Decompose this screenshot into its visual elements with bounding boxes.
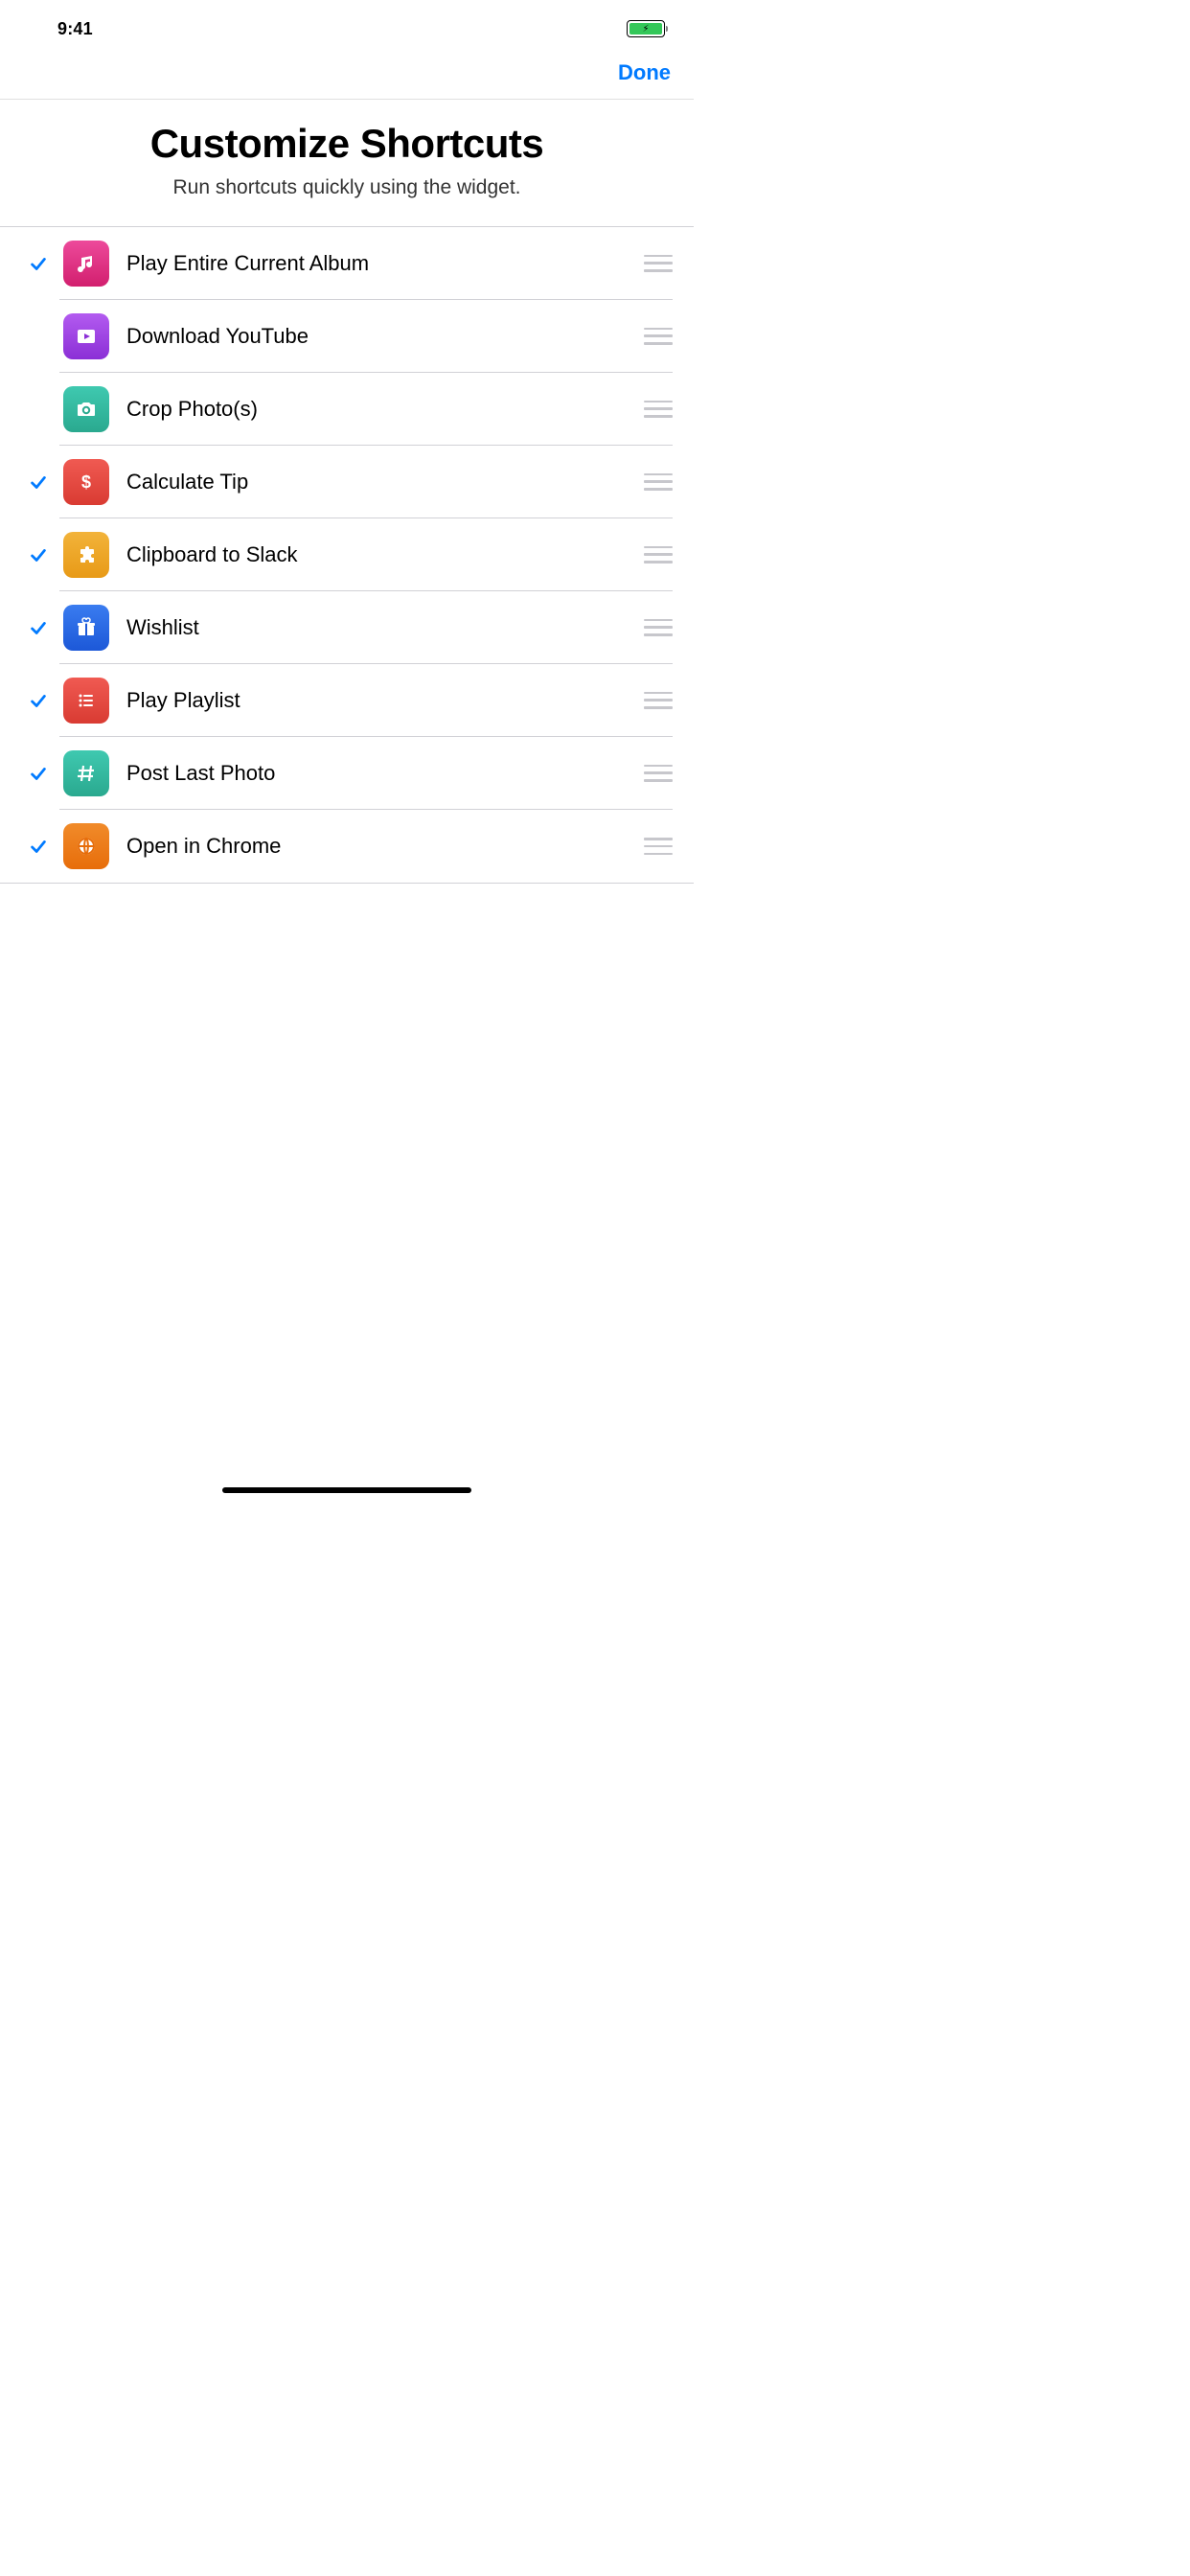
battery-icon: ⚡︎ (627, 20, 665, 37)
checkmark-icon (28, 472, 49, 493)
shortcut-label: Play Entire Current Album (126, 251, 644, 276)
shortcut-label: Clipboard to Slack (126, 542, 644, 567)
row-inner: Wishlist (59, 591, 673, 664)
checkmark-slot[interactable] (17, 763, 59, 784)
shortcut-row[interactable]: Wishlist (0, 591, 694, 664)
row-inner: Crop Photo(s) (59, 373, 673, 446)
drag-handle-icon[interactable] (644, 328, 673, 345)
charging-icon: ⚡︎ (642, 24, 649, 34)
shortcut-row[interactable]: Post Last Photo (0, 737, 694, 810)
shortcut-row[interactable]: $ Calculate Tip (0, 446, 694, 518)
checkmark-slot[interactable] (17, 472, 59, 493)
shortcut-label: Open in Chrome (126, 834, 644, 859)
drag-handle-icon[interactable] (644, 619, 673, 636)
page-header: Customize Shortcuts Run shortcuts quickl… (0, 100, 694, 226)
drag-handle-icon[interactable] (644, 473, 673, 491)
hash-icon (63, 750, 109, 796)
shortcut-label: Download YouTube (126, 324, 644, 349)
row-inner: Open in Chrome (59, 810, 673, 883)
shortcut-label: Play Playlist (126, 688, 644, 713)
gift-icon (63, 605, 109, 651)
shortcut-label: Wishlist (126, 615, 644, 640)
checkmark-icon (28, 763, 49, 784)
shortcut-list: Play Entire Current Album Download YouTub… (0, 226, 694, 884)
checkmark-icon (28, 617, 49, 638)
nav-bar: Done (0, 46, 694, 100)
drag-handle-icon[interactable] (644, 692, 673, 709)
checkmark-icon (28, 544, 49, 565)
shortcut-row[interactable]: Play Playlist (0, 664, 694, 737)
play-icon (63, 313, 109, 359)
shortcut-row[interactable]: Crop Photo(s) (0, 373, 694, 446)
list-icon (63, 678, 109, 724)
checkmark-slot[interactable] (17, 836, 59, 857)
music-icon (63, 241, 109, 287)
shortcut-row[interactable]: Download YouTube (0, 300, 694, 373)
drag-handle-icon[interactable] (644, 546, 673, 564)
globe-icon (63, 823, 109, 869)
row-inner: Play Playlist (59, 664, 673, 737)
svg-text:$: $ (81, 472, 91, 492)
checkmark-icon (28, 253, 49, 274)
row-inner: Play Entire Current Album (59, 227, 673, 300)
checkmark-slot[interactable] (17, 690, 59, 711)
row-inner: Post Last Photo (59, 737, 673, 810)
page-title: Customize Shortcuts (23, 121, 671, 167)
checkmark-icon (28, 690, 49, 711)
status-bar: 9:41 ⚡︎ (0, 0, 694, 46)
dollar-icon: $ (63, 459, 109, 505)
drag-handle-icon[interactable] (644, 765, 673, 782)
checkmark-slot[interactable] (17, 544, 59, 565)
shortcut-row[interactable]: Clipboard to Slack (0, 518, 694, 591)
drag-handle-icon[interactable] (644, 838, 673, 855)
row-inner: $ Calculate Tip (59, 446, 673, 518)
page-subtitle: Run shortcuts quickly using the widget. (23, 176, 671, 199)
status-time: 9:41 (57, 19, 93, 39)
drag-handle-icon[interactable] (644, 255, 673, 272)
row-inner: Download YouTube (59, 300, 673, 373)
camera-icon (63, 386, 109, 432)
shortcut-label: Calculate Tip (126, 470, 644, 494)
shortcut-row[interactable]: Open in Chrome (0, 810, 694, 883)
shortcut-label: Crop Photo(s) (126, 397, 644, 422)
row-inner: Clipboard to Slack (59, 518, 673, 591)
drag-handle-icon[interactable] (644, 401, 673, 418)
shortcut-row[interactable]: Play Entire Current Album (0, 227, 694, 300)
checkmark-icon (28, 836, 49, 857)
done-button[interactable]: Done (618, 60, 671, 85)
checkmark-slot[interactable] (17, 253, 59, 274)
checkmark-slot[interactable] (17, 617, 59, 638)
shortcut-label: Post Last Photo (126, 761, 644, 786)
home-indicator (222, 1487, 471, 1493)
puzzle-icon (63, 532, 109, 578)
